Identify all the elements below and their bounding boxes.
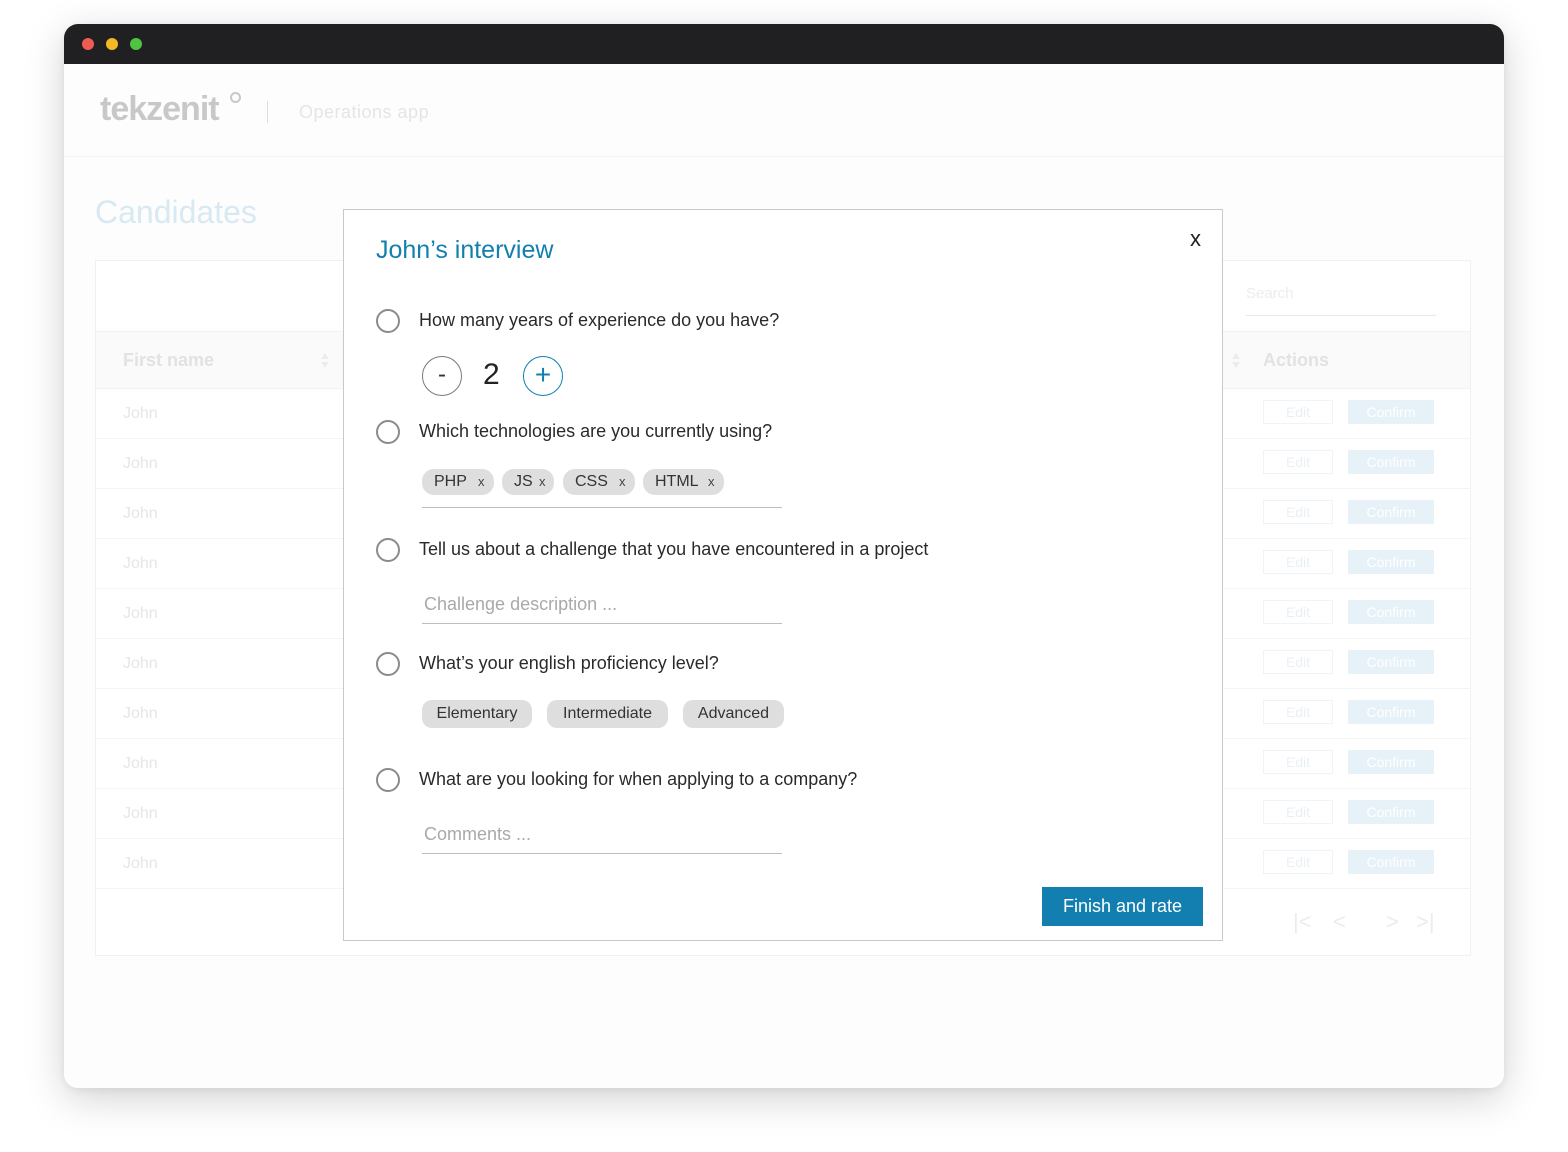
confirm-button[interactable]: Confirm	[1348, 550, 1434, 574]
edit-button[interactable]: Edit	[1263, 800, 1333, 824]
logo-degree-icon	[230, 92, 241, 103]
tag-label: CSS	[575, 473, 608, 490]
app-name: Operations app	[299, 102, 430, 122]
comments-field[interactable]: Comments ...	[422, 818, 782, 854]
experience-value: 2	[483, 358, 500, 391]
tag-label: HTML	[655, 473, 699, 490]
maximize-window-icon[interactable]	[130, 38, 142, 50]
edit-button[interactable]: Edit	[1263, 400, 1333, 424]
option-advanced[interactable]: Advanced	[683, 700, 784, 728]
question-5-text: What are you looking for when applying t…	[419, 769, 858, 789]
app-header: tekzenit Operations app	[64, 64, 1504, 157]
first-name-cell: John	[123, 705, 158, 722]
first-name-cell: John	[123, 755, 158, 772]
technologies-tag-input[interactable]: PHP x JS x CSS x HTML x	[422, 467, 782, 508]
edit-button[interactable]: Edit	[1263, 600, 1333, 624]
first-name-cell: John	[123, 505, 158, 522]
confirm-button[interactable]: Confirm	[1348, 600, 1434, 624]
search-input[interactable]: Search	[1246, 281, 1436, 316]
challenge-description-field[interactable]: Challenge description ...	[422, 588, 782, 624]
edit-button[interactable]: Edit	[1263, 750, 1333, 774]
tag-label: JS	[514, 473, 533, 490]
option-elementary[interactable]: Elementary	[422, 700, 532, 728]
decrement-button[interactable]: -	[422, 356, 462, 396]
first-name-cell: John	[123, 455, 158, 472]
window-titlebar	[64, 24, 1504, 64]
question-2-radio[interactable]	[376, 420, 400, 444]
first-name-cell: John	[123, 405, 158, 422]
confirm-button[interactable]: Confirm	[1348, 850, 1434, 874]
interview-modal: John’s interview x How many years of exp…	[343, 209, 1223, 941]
increment-button[interactable]: +	[523, 356, 563, 396]
question-4-text: What’s your english proficiency level?	[419, 653, 719, 673]
page-title: Candidates	[95, 194, 257, 230]
question-4-radio[interactable]	[376, 652, 400, 676]
first-page-icon[interactable]: |<	[1293, 909, 1312, 935]
challenge-placeholder: Challenge description ...	[424, 594, 618, 614]
sort-arrows-icon[interactable]	[321, 353, 329, 369]
tag-chip: JS x	[502, 469, 554, 495]
remove-tag-icon[interactable]: x	[478, 469, 485, 495]
confirm-button[interactable]: Confirm	[1348, 500, 1434, 524]
confirm-button[interactable]: Confirm	[1348, 450, 1434, 474]
sort-arrows-icon[interactable]	[1232, 353, 1240, 369]
minimize-window-icon[interactable]	[106, 38, 118, 50]
close-window-icon[interactable]	[82, 38, 94, 50]
first-name-cell: John	[123, 855, 158, 872]
question-2-text: Which technologies are you currently usi…	[419, 421, 773, 441]
modal-title: John’s interview	[376, 236, 554, 264]
next-page-icon[interactable]: >	[1386, 909, 1399, 935]
option-intermediate[interactable]: Intermediate	[547, 700, 668, 728]
tag-label: PHP	[434, 473, 467, 490]
question-3-radio[interactable]	[376, 538, 400, 562]
confirm-button[interactable]: Confirm	[1348, 800, 1434, 824]
confirm-button[interactable]: Confirm	[1348, 700, 1434, 724]
tag-chip: CSS x	[563, 469, 635, 495]
question-5-radio[interactable]	[376, 768, 400, 792]
edit-button[interactable]: Edit	[1263, 700, 1333, 724]
tag-chip: HTML x	[643, 469, 724, 495]
question-3-text: Tell us about a challenge that you have …	[419, 539, 929, 559]
last-page-icon[interactable]: >|	[1416, 909, 1435, 935]
close-icon[interactable]: x	[1190, 226, 1201, 252]
edit-button[interactable]: Edit	[1263, 850, 1333, 874]
confirm-button[interactable]: Confirm	[1348, 650, 1434, 674]
edit-button[interactable]: Edit	[1263, 550, 1333, 574]
remove-tag-icon[interactable]: x	[708, 469, 715, 495]
finish-and-rate-button[interactable]: Finish and rate	[1042, 887, 1203, 926]
header-divider	[267, 101, 268, 123]
first-name-cell: John	[123, 555, 158, 572]
edit-button[interactable]: Edit	[1263, 500, 1333, 524]
column-header-first-name[interactable]: First name	[123, 350, 214, 371]
first-name-cell: John	[123, 805, 158, 822]
first-name-cell: John	[123, 655, 158, 672]
remove-tag-icon[interactable]: x	[539, 469, 546, 495]
question-1-radio[interactable]	[376, 309, 400, 333]
prev-page-icon[interactable]: <	[1333, 909, 1346, 935]
remove-tag-icon[interactable]: x	[619, 469, 626, 495]
edit-button[interactable]: Edit	[1263, 450, 1333, 474]
confirm-button[interactable]: Confirm	[1348, 750, 1434, 774]
logo: tekzenit	[100, 90, 220, 128]
edit-button[interactable]: Edit	[1263, 650, 1333, 674]
question-1-text: How many years of experience do you have…	[419, 310, 780, 330]
first-name-cell: John	[123, 605, 158, 622]
confirm-button[interactable]: Confirm	[1348, 400, 1434, 424]
comments-placeholder: Comments ...	[424, 824, 532, 844]
column-header-actions: Actions	[1263, 350, 1330, 370]
tag-chip: PHP x	[422, 469, 494, 495]
